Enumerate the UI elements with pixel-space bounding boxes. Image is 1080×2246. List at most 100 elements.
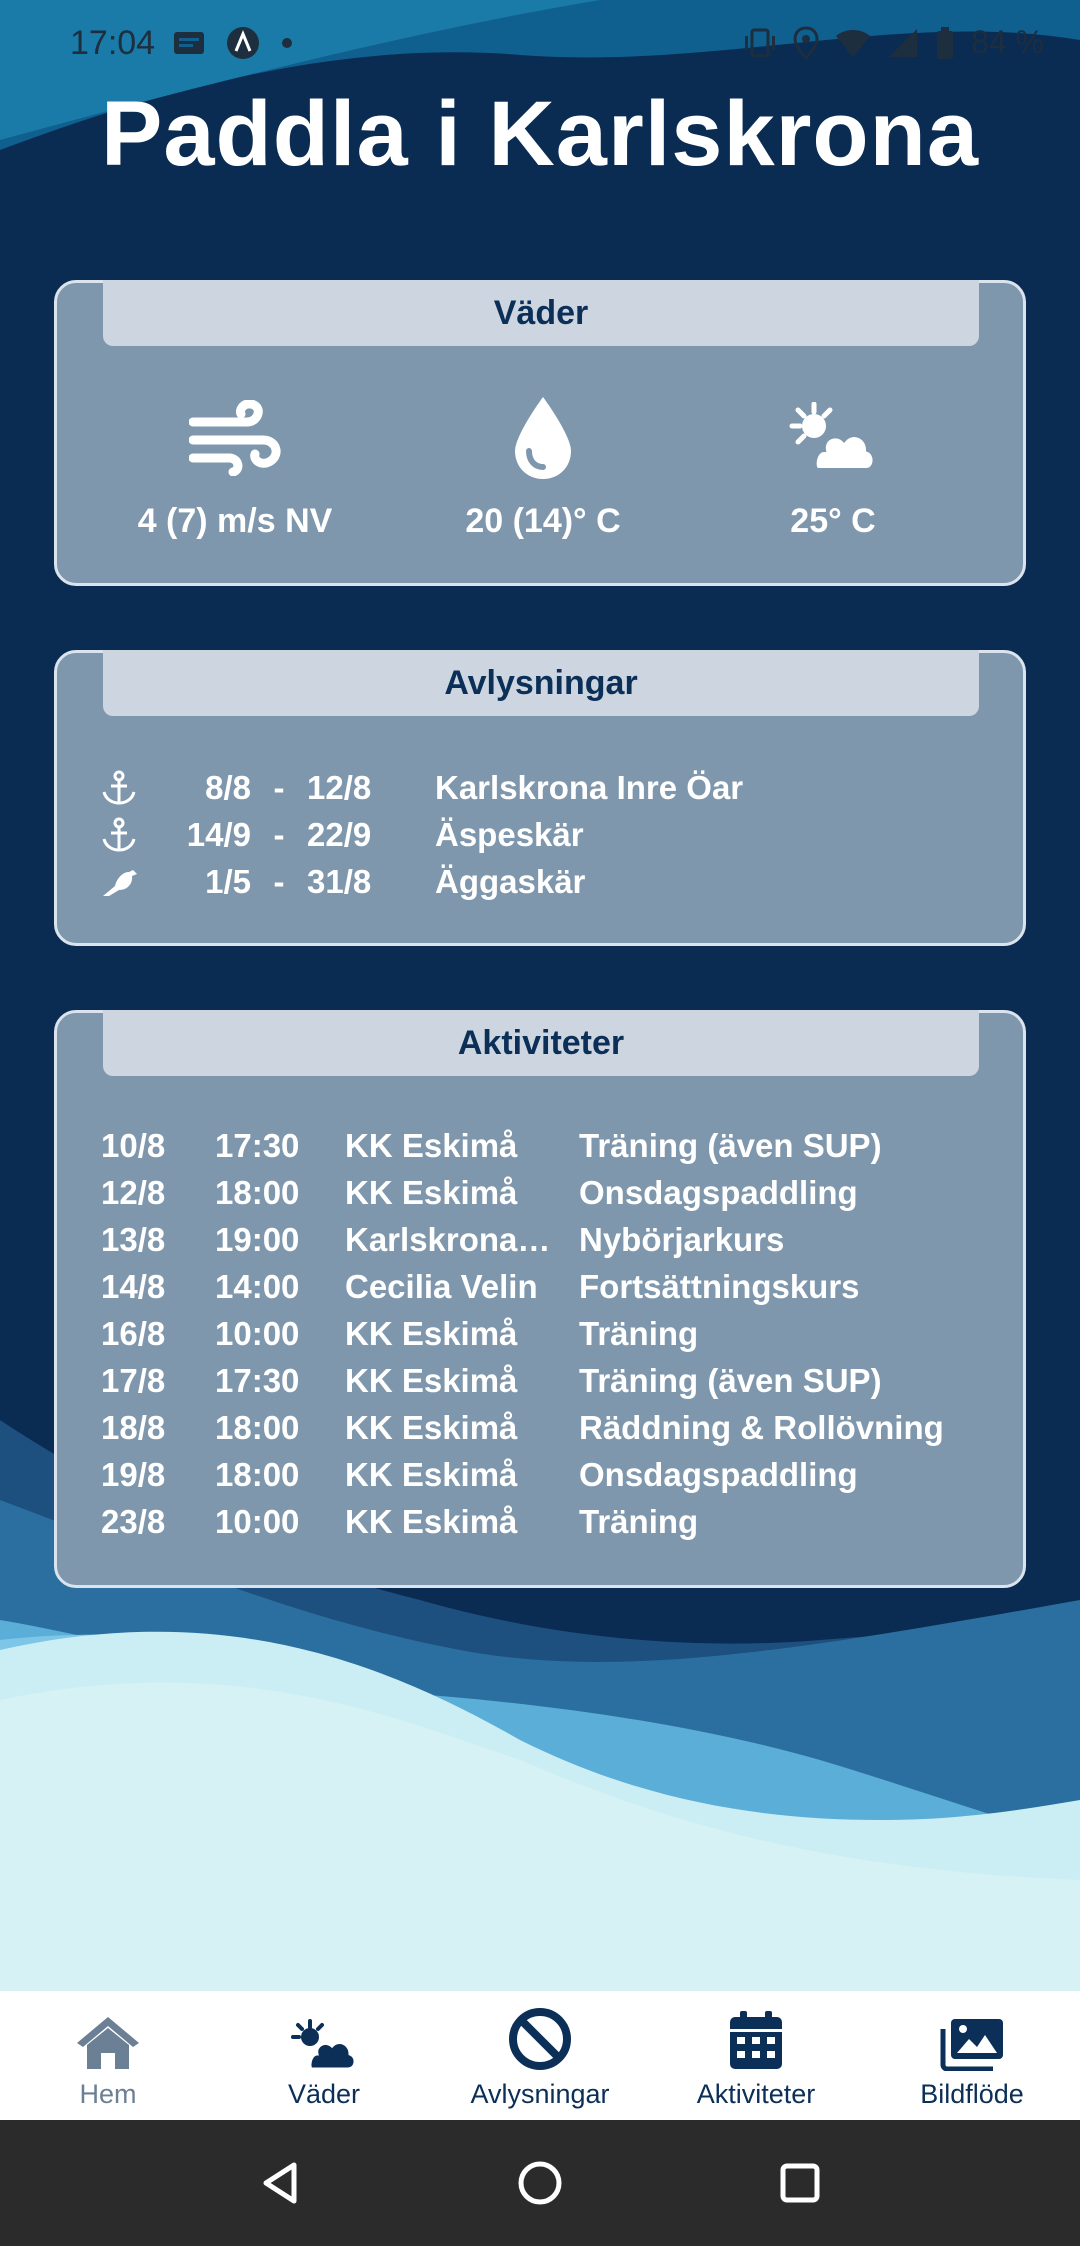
nav-cancellations-label: Avlysningar bbox=[470, 2079, 610, 2109]
cancellation-dash: - bbox=[273, 816, 285, 853]
cancellation-from: 14/9 bbox=[186, 816, 251, 853]
cancellations-card[interactable]: Avlysningar 8/8 - 12/8 Karlskrona Inre Ö… bbox=[54, 650, 1026, 946]
activity-row[interactable]: 10/8 17:30 KK Eskimå Träning (även SUP) bbox=[101, 1123, 882, 1169]
activity-time: 17:30 bbox=[215, 1362, 300, 1399]
activity-title: Träning (även SUP) bbox=[579, 1362, 882, 1399]
activity-club: KK Eskimå bbox=[345, 1174, 518, 1211]
back-button[interactable] bbox=[245, 2148, 315, 2218]
status-bar: 17:04 84 % bbox=[0, 0, 1080, 90]
square-recents-icon bbox=[780, 2163, 820, 2203]
battery-icon bbox=[937, 26, 954, 59]
anchor-icon bbox=[102, 817, 136, 852]
signal-icon bbox=[889, 28, 918, 57]
status-notification-icons bbox=[172, 26, 294, 60]
cancellation-from: 1/5 bbox=[205, 863, 251, 900]
activity-time: 10:00 bbox=[215, 1315, 300, 1352]
wifi-icon bbox=[836, 29, 871, 57]
images-icon bbox=[940, 2019, 1003, 2071]
activity-club: KK Eskimå bbox=[345, 1127, 518, 1164]
activity-row[interactable]: 19/8 18:00 KK Eskimå Onsdagspaddling bbox=[101, 1452, 858, 1498]
activities-card-header: Aktiviteter bbox=[103, 1010, 979, 1076]
message-icon bbox=[174, 32, 204, 54]
activity-club: KK Eskimå bbox=[345, 1362, 518, 1399]
activity-row[interactable]: 18/8 18:00 KK Eskimå Räddning & Rollövni… bbox=[101, 1405, 944, 1451]
wind-value: 4 (7) m/s NV bbox=[137, 502, 333, 540]
bird-icon bbox=[103, 870, 137, 896]
calendar-icon bbox=[730, 2011, 782, 2069]
activity-row[interactable]: 13/8 19:00 Karlskrona… Nybörjarkurs bbox=[101, 1217, 784, 1263]
prohibited-icon bbox=[509, 2008, 571, 2070]
activity-date: 17/8 bbox=[101, 1362, 166, 1399]
cancellations-card-header: Avlysningar bbox=[103, 650, 979, 716]
activity-row[interactable]: 17/8 17:30 KK Eskimå Träning (även SUP) bbox=[101, 1358, 882, 1404]
water-drop-icon bbox=[515, 397, 571, 479]
nav-weather[interactable]: Väder bbox=[216, 1991, 432, 2120]
home-system-button[interactable] bbox=[505, 2148, 575, 2218]
activity-title: Träning (även SUP) bbox=[579, 1127, 882, 1164]
recents-button[interactable] bbox=[765, 2148, 835, 2218]
activity-club: KK Eskimå bbox=[345, 1409, 518, 1446]
weather-wind: 4 (7) m/s NV bbox=[85, 388, 385, 541]
activity-date: 19/8 bbox=[101, 1456, 166, 1493]
cancellation-to: 12/8 bbox=[307, 769, 372, 806]
activity-club: KK Eskimå bbox=[345, 1503, 518, 1540]
status-time: 17:04 bbox=[70, 24, 156, 62]
activity-date: 23/8 bbox=[101, 1503, 166, 1540]
activity-row[interactable]: 12/8 18:00 KK Eskimå Onsdagspaddling bbox=[101, 1170, 858, 1216]
activities-card[interactable]: Aktiviteter 10/8 17:30 KK Eskimå Träning… bbox=[54, 1010, 1026, 1588]
activity-club: KK Eskimå bbox=[345, 1456, 518, 1493]
cancellation-place: Äspeskär bbox=[435, 816, 584, 853]
nav-image-feed-label: Bildflöde bbox=[920, 2079, 1024, 2109]
nav-activities[interactable]: Aktiviteter bbox=[648, 1991, 864, 2120]
anchor-icon bbox=[102, 770, 136, 805]
air-temp-value: 25° C bbox=[790, 502, 876, 540]
nav-home-label: Hem bbox=[79, 2079, 137, 2109]
activity-club: Cecilia Velin bbox=[345, 1268, 538, 1305]
activity-title: Räddning & Rollövning bbox=[579, 1409, 944, 1446]
activity-time: 10:00 bbox=[215, 1503, 300, 1540]
activity-date: 10/8 bbox=[101, 1127, 166, 1164]
activity-time: 18:00 bbox=[215, 1174, 300, 1211]
location-icon bbox=[793, 25, 819, 60]
cancellation-row[interactable]: 8/8 - 12/8 Karlskrona Inre Öar bbox=[101, 765, 743, 811]
activity-time: 18:00 bbox=[215, 1456, 300, 1493]
cancellation-place: Karlskrona Inre Öar bbox=[435, 769, 744, 806]
activity-date: 16/8 bbox=[101, 1315, 166, 1352]
status-system-icons: 84 % bbox=[743, 24, 1044, 61]
activity-title: Onsdagspaddling bbox=[579, 1174, 858, 1211]
home-icon bbox=[77, 2017, 139, 2069]
nav-home[interactable]: Hem bbox=[0, 1991, 216, 2120]
cancellation-dash: - bbox=[273, 863, 285, 900]
dot-icon bbox=[282, 38, 292, 48]
app-title: Paddla i Karlskrona bbox=[101, 83, 979, 185]
activity-club: KK Eskimå bbox=[345, 1315, 518, 1352]
battery-percent: 84 % bbox=[971, 24, 1044, 60]
weather-icon bbox=[291, 2019, 357, 2071]
activity-row[interactable]: 23/8 10:00 KK Eskimå Träning bbox=[101, 1499, 698, 1545]
weather-air: 25° C bbox=[683, 388, 983, 541]
cancellation-from: 8/8 bbox=[205, 769, 251, 806]
activity-time: 19:00 bbox=[215, 1221, 300, 1258]
nav-image-feed[interactable]: Bildflöde bbox=[864, 1991, 1080, 2120]
system-navigation-bar bbox=[0, 2120, 1080, 2246]
activity-date: 12/8 bbox=[101, 1174, 166, 1211]
weather-card-header: Väder bbox=[103, 280, 979, 346]
cancellation-row[interactable]: 1/5 - 31/8 Äggaskär bbox=[101, 859, 585, 905]
activity-row[interactable]: 14/8 14:00 Cecilia Velin Fortsättningsku… bbox=[101, 1264, 860, 1310]
activity-row[interactable]: 16/8 10:00 KK Eskimå Träning bbox=[101, 1311, 698, 1357]
activity-date: 18/8 bbox=[101, 1409, 166, 1446]
activity-title: Nybörjarkurs bbox=[579, 1221, 785, 1258]
sun-cloud-icon bbox=[789, 402, 877, 472]
nav-activities-label: Aktiviteter bbox=[696, 2079, 816, 2109]
cancellation-dash: - bbox=[273, 769, 285, 806]
cancellation-place: Äggaskär bbox=[435, 863, 586, 900]
cancellation-to: 22/9 bbox=[307, 816, 372, 853]
activity-time: 18:00 bbox=[215, 1409, 300, 1446]
nav-cancellations[interactable]: Avlysningar bbox=[432, 1991, 648, 2120]
weather-water: 20 (14)° C bbox=[393, 388, 693, 541]
activity-title: Onsdagspaddling bbox=[579, 1456, 858, 1493]
cancellation-row[interactable]: 14/9 - 22/9 Äspeskär bbox=[101, 812, 584, 858]
bottom-navigation: Hem Väder Avlysningar Aktiviteter Bildfl… bbox=[0, 1991, 1080, 2120]
weather-card[interactable]: Väder 4 (7) m/s NV 20 (14)° C 25° C bbox=[54, 280, 1026, 586]
wind-icon bbox=[189, 400, 281, 476]
